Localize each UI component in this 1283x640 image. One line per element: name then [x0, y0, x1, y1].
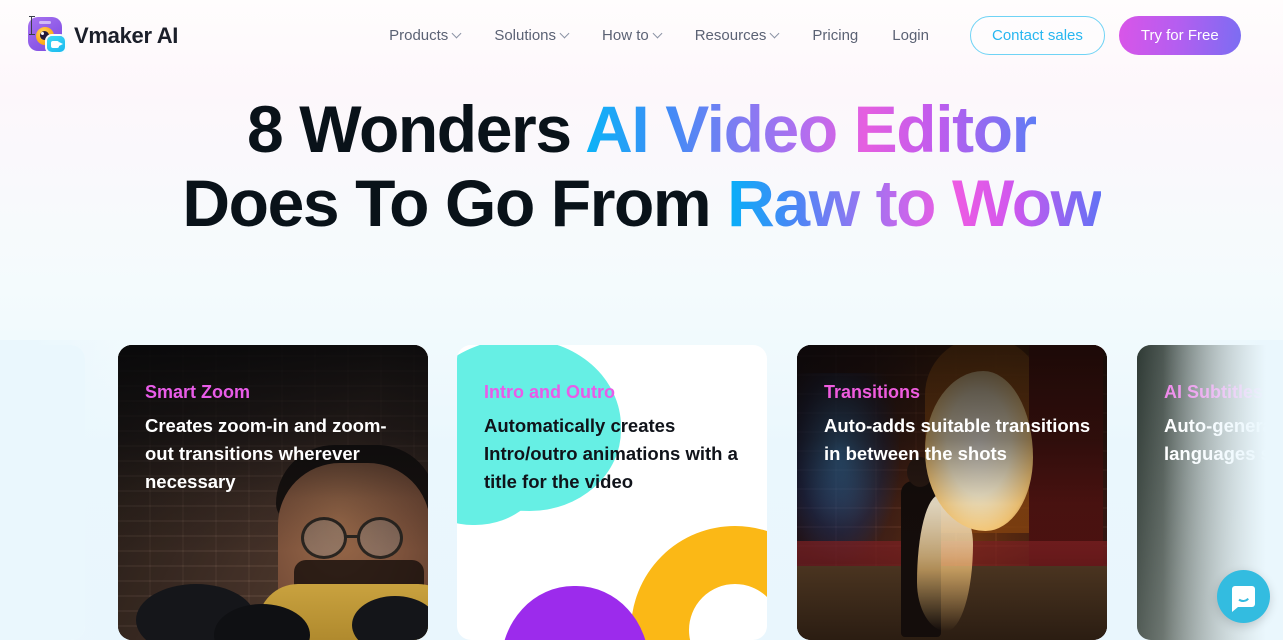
chevron-down-icon — [652, 28, 663, 39]
card-eyebrow: Transitions — [824, 382, 921, 402]
nav-item-how-to[interactable]: How to — [585, 19, 678, 52]
feature-cards-carousel[interactable]: suits Smart Zoom Creates zoom-in and zoo… — [0, 345, 1283, 640]
hero-line1-plain: 8 Wonders — [247, 92, 586, 166]
hero-section: 8 Wonders AI Video Editor Does To Go Fro… — [0, 92, 1283, 240]
nav-label: Resources — [694, 27, 767, 44]
nav-item-login[interactable]: Login — [875, 19, 946, 52]
feature-card-transitions[interactable]: Transitions Auto-adds suitable transitio… — [797, 345, 1107, 640]
main-navigation: Products Solutions How to Resources Pric… — [372, 19, 946, 52]
nav-label: Login — [892, 27, 929, 44]
card-description: Auto-generated in 35+ languages styles — [1164, 415, 1283, 464]
nav-item-resources[interactable]: Resources — [678, 19, 796, 52]
feature-card-peek-left[interactable]: suits — [0, 345, 85, 640]
try-for-free-button[interactable]: Try for Free — [1118, 16, 1241, 55]
nav-item-products[interactable]: Products — [372, 19, 477, 52]
card-eyebrow: Smart Zoom — [145, 382, 251, 402]
nav-label: Products — [389, 27, 449, 44]
contact-sales-button[interactable]: Contact sales — [969, 16, 1105, 55]
card-eyebrow: AI Subtitles — [1164, 382, 1264, 402]
page-title: 8 Wonders AI Video Editor Does To Go Fro… — [0, 92, 1283, 240]
hero-line1-gradient: AI Video Editor — [585, 92, 1037, 166]
hero-line2-plain: Does To Go From — [182, 166, 728, 240]
feature-card-smart-zoom[interactable]: Smart Zoom Creates zoom-in and zoom-out … — [118, 345, 428, 640]
header-actions: Contact sales Try for Free — [969, 16, 1241, 55]
chat-bubble-smile-icon — [1232, 586, 1255, 612]
card-eyebrow: Intro and Outro — [484, 382, 615, 402]
text-cursor-artifact — [28, 16, 35, 35]
nav-label: Pricing — [812, 27, 859, 44]
card-shape-purple-blob — [501, 586, 649, 640]
hero-line2-gradient: Raw to Wow — [727, 166, 1102, 240]
chevron-down-icon — [451, 28, 462, 39]
nav-label: How to — [602, 27, 649, 44]
nav-label: Solutions — [494, 27, 557, 44]
nav-item-pricing[interactable]: Pricing — [795, 19, 875, 52]
brand-logo[interactable]: Vmaker AI — [28, 17, 178, 54]
chat-launcher-button[interactable] — [1217, 570, 1270, 623]
feature-card-intro-outro[interactable]: Intro and Outro Automatically creates In… — [457, 345, 767, 640]
chevron-down-icon — [769, 28, 780, 39]
nav-item-solutions[interactable]: Solutions — [477, 19, 585, 52]
card-description: Automatically creates Intro/outro animat… — [484, 415, 738, 492]
card-description: Auto-adds suitable transitions in betwee… — [824, 415, 1091, 464]
card-description: Creates zoom-in and zoom-out transitions… — [145, 415, 387, 492]
site-header: Vmaker AI Products Solutions How to Reso… — [0, 0, 1283, 71]
chevron-down-icon — [559, 28, 570, 39]
vmaker-logo-icon — [28, 17, 65, 54]
card-shape-yellow-ring — [631, 526, 767, 640]
brand-name: Vmaker AI — [74, 22, 179, 48]
